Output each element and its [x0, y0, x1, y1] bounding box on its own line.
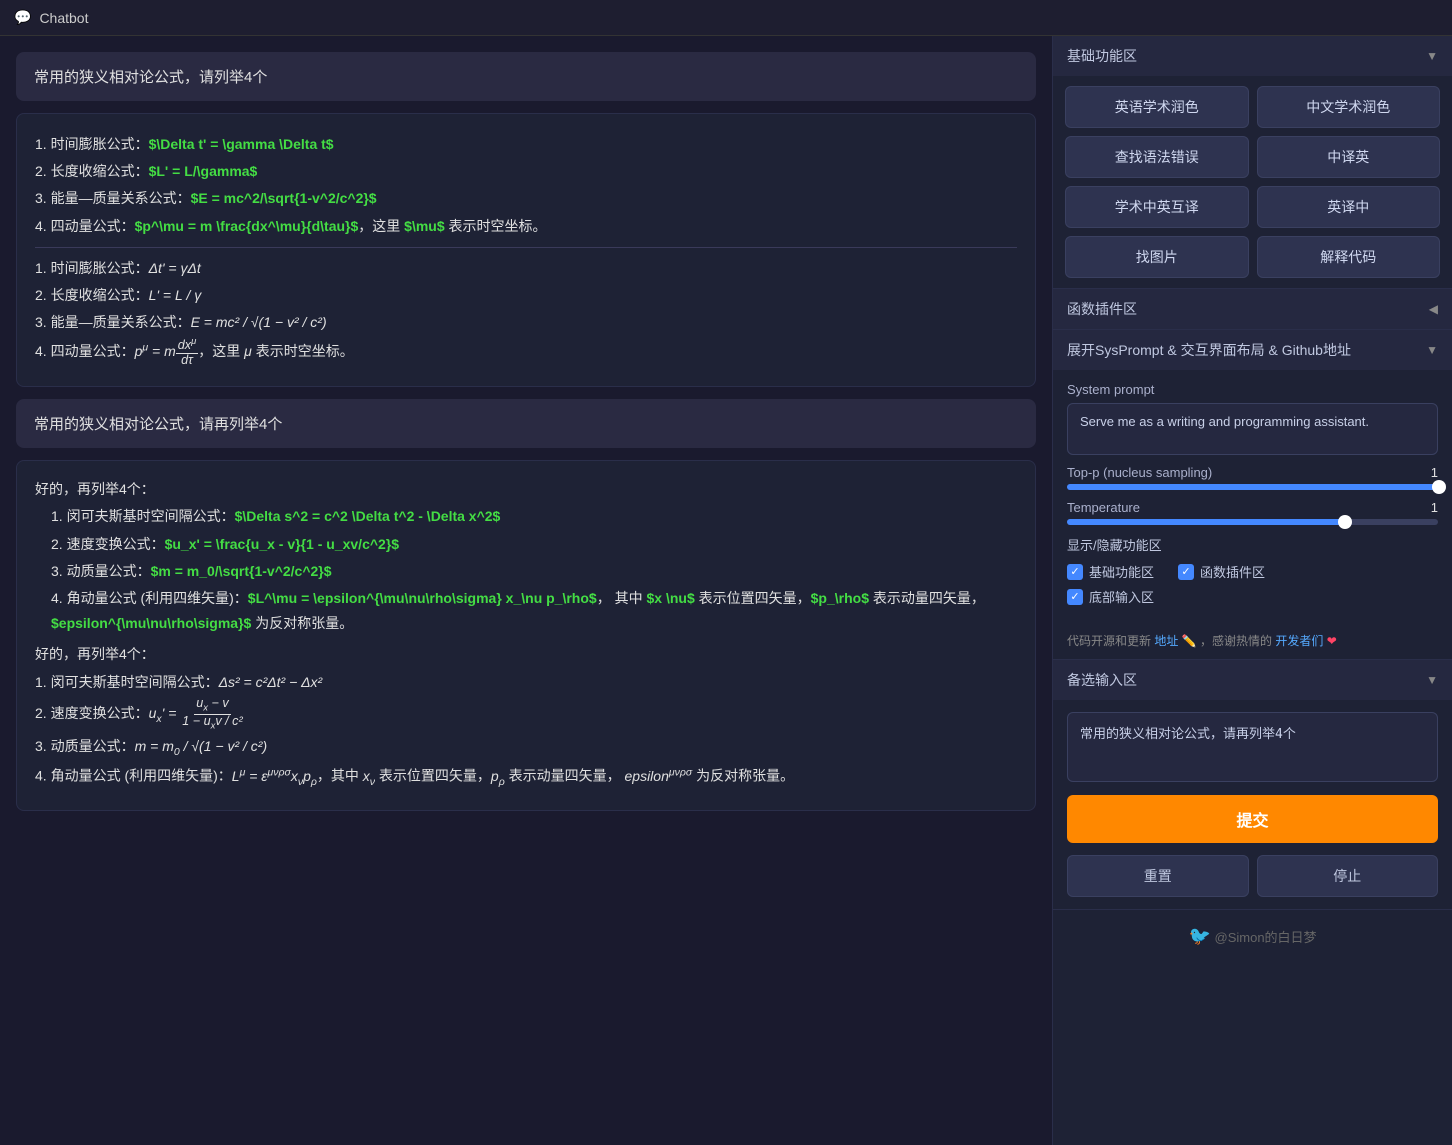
cb-basic-box: ✓ [1067, 564, 1083, 580]
stop-button[interactable]: 停止 [1257, 855, 1439, 897]
user-message-2-text: 常用的狭义相对论公式，请再列举4个 [34, 416, 282, 433]
topp-thumb [1432, 480, 1446, 494]
alt-textarea[interactable]: 常用的狭义相对论公式，请再列举4个 [1067, 712, 1438, 782]
user-message-2: 常用的狭义相对论公式，请再列举4个 [16, 399, 1036, 448]
ok-text: 好的，再列举4个： [35, 477, 1017, 502]
formula-2a: 2. 长度收缩公式：$L' = L/\gamma$ [35, 159, 1017, 184]
formula-set2-2a: 2. 速度变换公式：$u_x' = \frac{u_x - v}{1 - u_x… [35, 532, 1017, 557]
reset-button[interactable]: 重置 [1067, 855, 1249, 897]
formula-set2-1b: 1. 闵可夫斯基时空间隔公式：Δs² = c²Δt² − Δx² [35, 670, 1017, 695]
bottom-btn-row: 重置 停止 [1053, 855, 1452, 909]
main-layout: 常用的狭义相对论公式，请列举4个 1. 时间膨胀公式：$\Delta t' = … [0, 36, 1452, 1145]
pencil-icon: ✏️ [1182, 634, 1197, 648]
visibility-label: 显示/隐藏功能区 [1067, 535, 1438, 554]
basic-functions-grid: 英语学术润色 中文学术润色 查找语法错误 中译英 学术中英互译 英译中 找图片 … [1065, 86, 1440, 278]
sysprompt-title: 展开SysPrompt & 交互界面布局 & Github地址 [1067, 340, 1351, 360]
temperature-slider[interactable] [1067, 519, 1438, 525]
ok-text-2: 好的，再列举4个： [35, 642, 1017, 667]
weibo-icon: 🐦 [1188, 926, 1210, 946]
contributors-link[interactable]: 开发者们 [1275, 634, 1323, 648]
formula-3b: 3. 能量—质量关系公式：E = mc² / √(1 − v² / c²) [35, 310, 1017, 335]
cb-plugin[interactable]: ✓ 函数插件区 [1178, 562, 1265, 581]
user-message-1: 常用的狭义相对论公式，请列举4个 [16, 52, 1036, 101]
cb-bottom-label: 底部输入区 [1089, 587, 1154, 606]
alt-input-content: 常用的狭义相对论公式，请再列举4个 提交 [1053, 700, 1452, 855]
plugin-arrow: ◀ [1429, 302, 1438, 316]
topp-row: Top-p (nucleus sampling) 1 [1067, 465, 1438, 480]
sysprompt-section: 展开SysPrompt & 交互界面布局 & Github地址 ▼ System… [1053, 330, 1452, 660]
basic-functions-arrow: ▼ [1426, 49, 1438, 63]
chatbot-icon: 💬 [14, 9, 31, 26]
formula-1a: 1. 时间膨胀公式：$\Delta t' = \gamma \Delta t$ [35, 132, 1017, 157]
basic-functions-header[interactable]: 基础功能区 ▼ [1053, 36, 1452, 76]
source-link[interactable]: 地址 [1154, 634, 1178, 648]
source-row: 代码开源和更新 地址 ✏️ ，感谢热情的 开发者们 ❤ [1053, 624, 1452, 659]
temperature-label: Temperature [1067, 500, 1408, 515]
cb-plugin-label: 函数插件区 [1200, 562, 1265, 581]
formula-set2-4b: 4. 角动量公式 (利用四维矢量)：Lμ = εμνρσxνpρ，其中 xν 表… [35, 763, 1017, 791]
topp-label: Top-p (nucleus sampling) [1067, 465, 1408, 480]
btn-zh-to-en[interactable]: 中译英 [1257, 136, 1441, 178]
watermark-text: @Simon的白日梦 [1215, 930, 1317, 945]
cb-bottom-box: ✓ [1067, 589, 1083, 605]
formula-set2-1a: 1. 闵可夫斯基时空间隔公式：$\Delta s^2 = c^2 \Delta … [35, 504, 1017, 529]
cb-bottom[interactable]: ✓ 底部输入区 [1067, 587, 1154, 606]
formula-set2-4a: 4. 角动量公式 (利用四维矢量)：$L^\mu = \epsilon^{\mu… [35, 586, 1017, 636]
btn-academic-translate[interactable]: 学术中英互译 [1065, 186, 1249, 228]
temperature-row: Temperature 1 [1067, 500, 1438, 515]
assistant-message-2: 好的，再列举4个： 1. 闵可夫斯基时空间隔公式：$\Delta s^2 = c… [16, 460, 1036, 810]
alt-input-section: 备选输入区 ▼ 常用的狭义相对论公式，请再列举4个 提交 重置 停止 [1053, 660, 1452, 910]
heart-icon: ❤ [1327, 634, 1337, 648]
formula-set2-3b: 3. 动质量公式：m = m0 / √(1 − v² / c²) [35, 734, 1017, 762]
user-message-1-text: 常用的狭义相对论公式，请列举4个 [34, 69, 267, 86]
alt-input-title: 备选输入区 [1067, 670, 1137, 690]
formula-set2-2b: 2. 速度变换公式：ux' = ux − v1 − uxv / c² [35, 697, 1017, 732]
sysprompt-content: System prompt Serve me as a writing and … [1053, 370, 1452, 624]
system-prompt-value[interactable]: Serve me as a writing and programming as… [1067, 403, 1438, 455]
cb-basic[interactable]: ✓ 基础功能区 [1067, 562, 1154, 581]
plugin-header[interactable]: 函数插件区 ◀ [1053, 289, 1452, 329]
btn-explain-code[interactable]: 解释代码 [1257, 236, 1441, 278]
temperature-value: 1 [1418, 500, 1438, 515]
formula-2b: 2. 长度收缩公式：L' = L / γ [35, 283, 1017, 308]
formula-3a: 3. 能量—质量关系公式：$E = mc^2/\sqrt{1-v^2/c^2}$ [35, 186, 1017, 211]
cb-basic-label: 基础功能区 [1089, 562, 1154, 581]
cb-plugin-box: ✓ [1178, 564, 1194, 580]
btn-chinese-polish[interactable]: 中文学术润色 [1257, 86, 1441, 128]
plugin-title: 函数插件区 [1067, 299, 1137, 319]
btn-grammar-check[interactable]: 查找语法错误 [1065, 136, 1249, 178]
sidebar: 基础功能区 ▼ 英语学术润色 中文学术润色 查找语法错误 中译英 学术中英互译 … [1052, 36, 1452, 1145]
topp-value: 1 [1418, 465, 1438, 480]
btn-english-polish[interactable]: 英语学术润色 [1065, 86, 1249, 128]
topp-slider[interactable] [1067, 484, 1438, 490]
basic-functions-content: 英语学术润色 中文学术润色 查找语法错误 中译英 学术中英互译 英译中 找图片 … [1053, 76, 1452, 288]
checkbox-row-1: ✓ 基础功能区 ✓ 函数插件区 [1067, 562, 1438, 581]
sysprompt-arrow: ▼ [1426, 343, 1438, 357]
sysprompt-header[interactable]: 展开SysPrompt & 交互界面布局 & Github地址 ▼ [1053, 330, 1452, 370]
formula-1b: 1. 时间膨胀公式：Δt' = γΔt [35, 256, 1017, 281]
formula-set2-3a: 3. 动质量公式：$m = m_0/\sqrt{1-v^2/c^2}$ [35, 559, 1017, 584]
temperature-thumb [1338, 515, 1352, 529]
temperature-fill [1067, 519, 1345, 525]
topp-fill [1067, 484, 1438, 490]
formula-4b: 4. 四动量公式：pμ = mdxμdτ，这里 μ 表示时空坐标。 [35, 337, 1017, 368]
app-title: Chatbot [39, 10, 88, 26]
top-bar: 💬 Chatbot [0, 0, 1452, 36]
submit-button[interactable]: 提交 [1067, 795, 1438, 843]
watermark-row: 🐦 @Simon的白日梦 [1053, 910, 1452, 963]
checkbox-row-2: ✓ 底部输入区 [1067, 587, 1438, 606]
alt-input-header[interactable]: 备选输入区 ▼ [1053, 660, 1452, 700]
btn-en-to-zh[interactable]: 英译中 [1257, 186, 1441, 228]
alt-input-arrow: ▼ [1426, 673, 1438, 687]
btn-find-image[interactable]: 找图片 [1065, 236, 1249, 278]
basic-functions-section: 基础功能区 ▼ 英语学术润色 中文学术润色 查找语法错误 中译英 学术中英互译 … [1053, 36, 1452, 289]
system-prompt-label: System prompt [1067, 382, 1438, 397]
source-text: 代码开源和更新 [1067, 634, 1151, 648]
thanks-text: ，感谢热情的 [1200, 634, 1272, 648]
chat-panel: 常用的狭义相对论公式，请列举4个 1. 时间膨胀公式：$\Delta t' = … [0, 36, 1052, 1145]
formula-4a: 4. 四动量公式：$p^\mu = m \frac{dx^\mu}{d\tau}… [35, 214, 1017, 239]
plugin-section: 函数插件区 ◀ [1053, 289, 1452, 330]
basic-functions-title: 基础功能区 [1067, 46, 1137, 66]
assistant-message-1: 1. 时间膨胀公式：$\Delta t' = \gamma \Delta t$ … [16, 113, 1036, 387]
